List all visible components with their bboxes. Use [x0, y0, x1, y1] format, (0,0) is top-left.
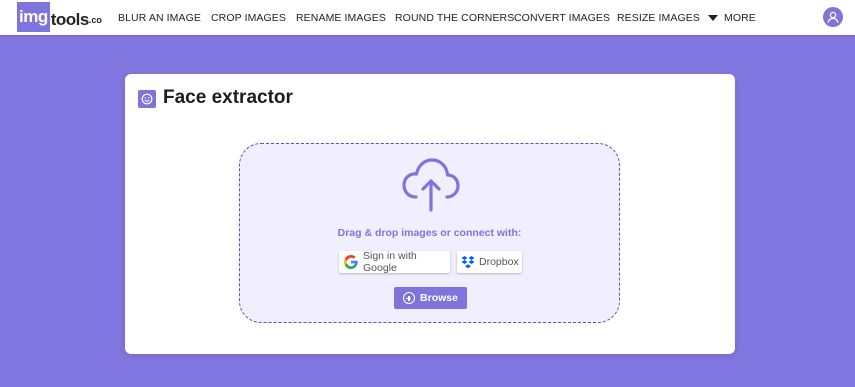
- plus-circle-icon: [403, 292, 416, 304]
- face-extractor-card: Face extractor Drag & drop images or con…: [125, 74, 735, 354]
- imgtools-logo[interactable]: img tools .co: [17, 2, 102, 32]
- nav-blur-image[interactable]: BLUR AN IMAGE: [118, 0, 201, 35]
- nav-convert-images[interactable]: CONVERT IMAGES: [514, 0, 610, 35]
- cloud-upload-icon: [402, 158, 460, 212]
- google-signin-label: Sign in with Google: [363, 250, 417, 274]
- nav-resize-images[interactable]: RESIZE IMAGES: [617, 0, 700, 35]
- upload-dropzone[interactable]: Drag & drop images or connect with: Sign…: [239, 143, 620, 323]
- dropbox-button[interactable]: Dropbox: [457, 251, 522, 273]
- nav-rename-images[interactable]: RENAME IMAGES: [296, 0, 386, 35]
- face-icon: [138, 90, 156, 108]
- user-account-button[interactable]: [823, 7, 843, 27]
- logo-tools-text: tools: [50, 10, 90, 29]
- nav-round-corners[interactable]: ROUND THE CORNERS: [395, 0, 514, 35]
- top-navbar: img tools .co BLUR AN IMAGE CROP IMAGES …: [0, 0, 855, 35]
- google-icon: [344, 255, 358, 269]
- nav-more-label: MORE: [724, 11, 756, 24]
- logo-co-text: .co: [88, 15, 102, 25]
- dropbox-label: Dropbox: [479, 256, 519, 268]
- drag-drop-instruction: Drag & drop images or connect with:: [337, 227, 522, 239]
- dropbox-icon: [461, 255, 475, 269]
- nav-crop-images[interactable]: CROP IMAGES: [211, 0, 286, 35]
- logo-img-text: img: [17, 2, 50, 32]
- browse-label: Browse: [420, 292, 458, 304]
- browse-button[interactable]: Browse: [394, 287, 467, 309]
- nav-more-menu[interactable]: MORE: [708, 0, 756, 35]
- page-title: Face extractor: [163, 87, 293, 108]
- user-icon: [827, 11, 839, 23]
- caret-down-icon: [708, 14, 718, 21]
- google-signin-button[interactable]: Sign in with Google: [339, 250, 450, 274]
